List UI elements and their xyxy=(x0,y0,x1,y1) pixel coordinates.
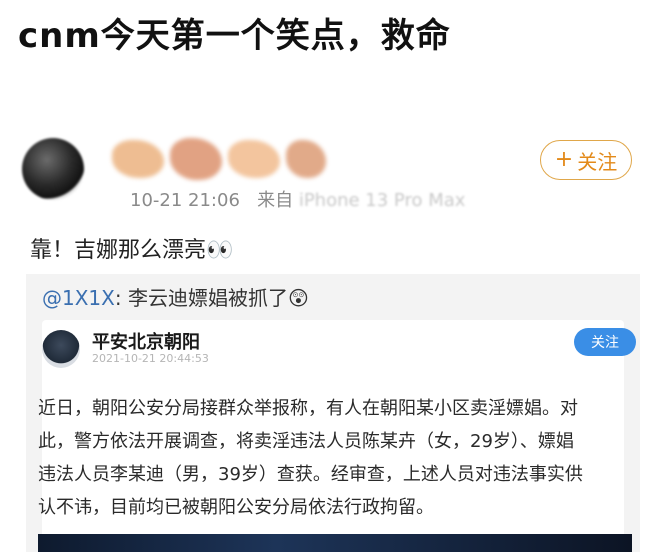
plus-icon: + xyxy=(554,147,574,172)
quoted-post[interactable]: @1X1X: 李云迪嫖娼被抓了😲 平安北京朝阳 2021-10-21 20:44… xyxy=(26,274,640,552)
quoted-post-text: @1X1X: 李云迪嫖娼被抓了😲 xyxy=(42,282,309,311)
username-blurred[interactable] xyxy=(112,136,372,182)
name-blur-block xyxy=(228,140,280,178)
card-body-line: 违法人员李某迪（男，39岁）查获。经审查，上述人员对违法事实供 xyxy=(38,464,583,485)
account-name: 平安北京朝阳 xyxy=(92,332,200,353)
post-timestamp: 10-21 21:06 xyxy=(130,190,240,211)
card-body-line: 近日，朝阳公安分局接群众举报称，有人在朝阳某小区卖淫嫖娼。对 xyxy=(38,398,578,419)
post-source-prefix: 来自 xyxy=(257,190,294,211)
name-blur-block xyxy=(112,140,164,178)
headline-title: cnm今天第一个笑点，救命 xyxy=(18,16,451,56)
mention-link[interactable]: @1X1X xyxy=(42,286,115,310)
name-blur-block xyxy=(286,140,326,178)
attached-image-strip xyxy=(38,534,632,552)
follow-label: 关注 xyxy=(577,149,618,174)
post-text: 靠！吉娜那么漂亮👀 xyxy=(30,238,234,263)
post-meta: 10-21 21:06 来自 iPhone 13 Pro Max xyxy=(130,186,465,212)
follow-button[interactable]: + 关注 xyxy=(540,140,632,180)
card-body: 近日，朝阳公安分局接群众举报称，有人在朝阳某小区卖淫嫖娼。对 此，警方依法开展调… xyxy=(38,392,638,524)
card-body-line: 此，警方依法开展调查，将卖淫违法人员陈某卉（女，29岁）、嫖娼 xyxy=(38,431,574,452)
weibo-post: 10-21 21:06 来自 iPhone 13 Pro Max + 关注 靠！… xyxy=(0,128,660,552)
name-blur-block xyxy=(170,138,222,180)
post-source-device: iPhone 13 Pro Max xyxy=(298,190,466,211)
police-avatar xyxy=(42,330,80,368)
quoted-message: : 李云迪嫖娼被抓了😲 xyxy=(114,286,309,310)
card-body-line: 认不讳，目前均已被朝阳公安分局依法行政拘留。 xyxy=(38,497,434,518)
avatar[interactable] xyxy=(22,138,84,200)
embedded-screenshot-card[interactable]: 平安北京朝阳 2021-10-21 20:44:53 关注 近日，朝阳公安分局接… xyxy=(38,320,636,552)
card-timestamp: 2021-10-21 20:44:53 xyxy=(92,352,209,365)
card-follow-button: 关注 xyxy=(574,328,636,356)
